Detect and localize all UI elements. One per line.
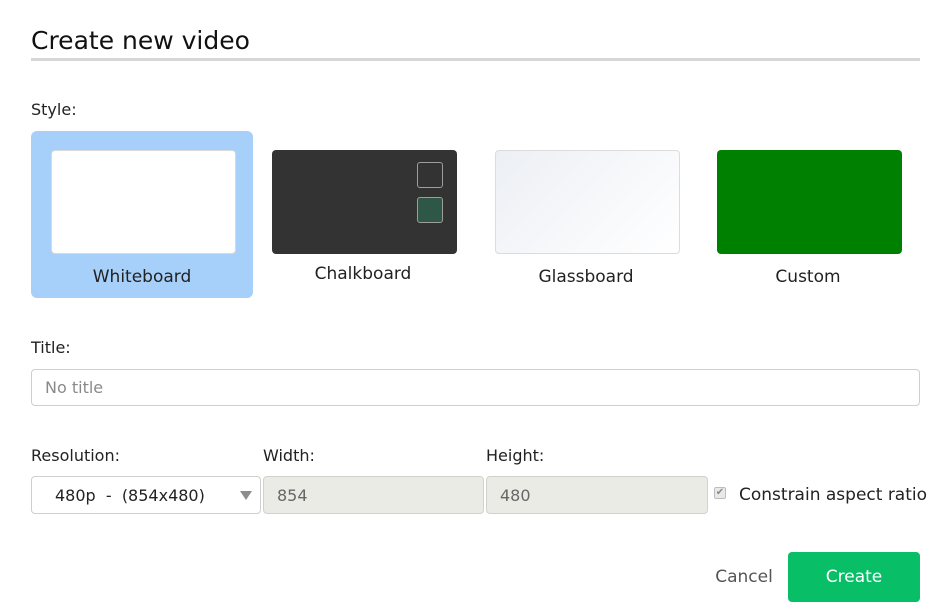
style-label: Style: [31,100,77,119]
width-label: Width: [263,446,315,465]
chevron-down-icon [240,491,252,500]
constrain-aspect-label: Constrain aspect ratio [739,485,928,505]
title-field-label: Title: [31,338,71,357]
style-option-label: Custom [775,267,841,287]
dialog-title: Create new video [31,26,250,55]
style-option-chalkboard[interactable]: Chalkboard [252,131,474,298]
resolution-selected-value: 480p - (854x480) [55,486,205,505]
style-option-custom[interactable]: Custom [697,131,919,298]
style-option-label: Chalkboard [314,264,412,284]
style-option-whiteboard[interactable]: Whiteboard [31,131,253,298]
create-button[interactable]: Create [788,552,920,602]
chalk-swatch-icon [417,162,443,188]
resolution-label: Resolution: [31,446,120,465]
resolution-select[interactable]: 480p - (854x480) [31,476,261,514]
title-input[interactable] [31,369,920,406]
height-label: Height: [486,446,545,465]
style-option-label: Glassboard [538,267,634,287]
style-option-glassboard[interactable]: Glassboard [475,131,697,298]
constrain-aspect-checkbox[interactable]: ✔ [714,487,726,499]
whiteboard-thumbnail [51,150,236,254]
height-input[interactable] [486,476,708,514]
cancel-button[interactable]: Cancel [703,555,785,599]
style-option-label: Whiteboard [92,267,192,287]
chalkboard-thumbnail [272,150,457,254]
width-input[interactable] [263,476,484,514]
chalk-swatch-icon [417,197,443,223]
title-divider [31,58,920,61]
checkmark-icon: ✔ [715,487,725,498]
glassboard-thumbnail [495,150,680,254]
custom-thumbnail [717,150,902,254]
